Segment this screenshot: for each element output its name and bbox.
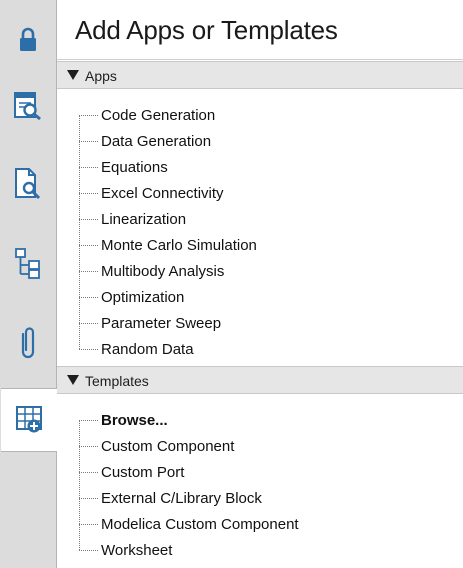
lock-icon <box>18 27 38 53</box>
tree-connector <box>79 322 98 324</box>
apps-item-label: Parameter Sweep <box>101 314 222 332</box>
sidebar-item-attachment[interactable] <box>0 312 56 376</box>
apps-tree-item[interactable]: Optimization <box>79 284 184 310</box>
apps-item-label: Excel Connectivity <box>101 184 224 202</box>
sidebar <box>0 0 58 568</box>
tree-connector <box>79 549 98 551</box>
tree-connector <box>79 296 98 298</box>
collapse-triangle-icon <box>67 70 79 80</box>
apps-tree-item[interactable]: Parameter Sweep <box>79 310 221 336</box>
templates-item-label: Browse... <box>101 411 168 429</box>
templates-item-label: Custom Port <box>101 463 185 481</box>
tree-connector <box>79 471 98 473</box>
tree-connector <box>79 445 98 447</box>
templates-tree-item[interactable]: Custom Port <box>79 459 184 485</box>
sidebar-item-lock[interactable] <box>0 8 56 72</box>
tree-connector <box>79 192 98 194</box>
tree-connector <box>79 523 98 525</box>
templates-item-label: External C/Library Block <box>101 489 262 507</box>
page-title: Add Apps or Templates <box>75 15 338 45</box>
apps-item-label: Data Generation <box>101 132 212 150</box>
search-table-icon <box>13 91 43 121</box>
apps-item-label: Monte Carlo Simulation <box>101 236 257 254</box>
apps-section-label: Apps <box>85 68 117 84</box>
templates-tree-item[interactable]: Modelica Custom Component <box>79 511 299 537</box>
panel-header: Add Apps or Templates <box>57 0 463 60</box>
apps-item-label: Equations <box>101 158 168 176</box>
apps-item-label: Code Generation <box>101 106 216 124</box>
collapse-triangle-icon <box>67 375 79 385</box>
tree-connector <box>79 244 98 246</box>
sidebar-item-search-table[interactable] <box>0 74 56 138</box>
apps-tree-item[interactable]: Random Data <box>79 336 194 362</box>
apps-tree-item[interactable]: Monte Carlo Simulation <box>79 232 257 258</box>
apps-item-label: Linearization <box>101 210 187 228</box>
tree-connector <box>79 270 98 272</box>
paperclip-icon <box>17 326 39 362</box>
sidebar-item-add-apps-templates[interactable] <box>1 388 58 452</box>
tree-structure-icon <box>14 247 42 281</box>
tree-connector <box>79 218 98 220</box>
templates-tree-item[interactable]: External C/Library Block <box>79 485 262 511</box>
apps-tree-item[interactable]: Equations <box>79 154 168 180</box>
apps-item-label: Random Data <box>101 340 194 358</box>
apps-tree-item[interactable]: Linearization <box>79 206 186 232</box>
templates-item-label: Worksheet <box>101 541 173 559</box>
tree-connector <box>79 140 98 142</box>
apps-tree-item[interactable]: Code Generation <box>79 102 215 128</box>
sidebar-item-tree-structure[interactable] <box>0 232 56 296</box>
grid-add-icon <box>15 405 45 435</box>
templates-tree-item[interactable]: Custom Component <box>79 433 234 459</box>
tree-connector <box>79 419 98 421</box>
templates-tree-item[interactable]: Worksheet <box>79 537 172 563</box>
templates-item-label: Custom Component <box>101 437 235 455</box>
apps-tree-item[interactable]: Multibody Analysis <box>79 258 224 284</box>
tree-connector <box>79 497 98 499</box>
tree-connector <box>79 348 98 350</box>
templates-tree-item[interactable]: Browse... <box>79 407 168 433</box>
templates-section-header[interactable]: Templates <box>57 366 463 394</box>
apps-item-label: Multibody Analysis <box>101 262 225 280</box>
templates-section-label: Templates <box>85 373 149 389</box>
sidebar-item-document-search[interactable] <box>0 152 56 216</box>
apps-tree-item[interactable]: Excel Connectivity <box>79 180 224 206</box>
main-panel: Add Apps or Templates Apps Code Generati… <box>57 0 463 568</box>
tree-connector <box>79 114 98 116</box>
apps-item-label: Optimization <box>101 288 185 306</box>
document-search-icon <box>13 167 43 201</box>
apps-tree-item[interactable]: Data Generation <box>79 128 211 154</box>
apps-section-header[interactable]: Apps <box>57 61 463 89</box>
templates-item-label: Modelica Custom Component <box>101 515 299 533</box>
tree-connector <box>79 166 98 168</box>
